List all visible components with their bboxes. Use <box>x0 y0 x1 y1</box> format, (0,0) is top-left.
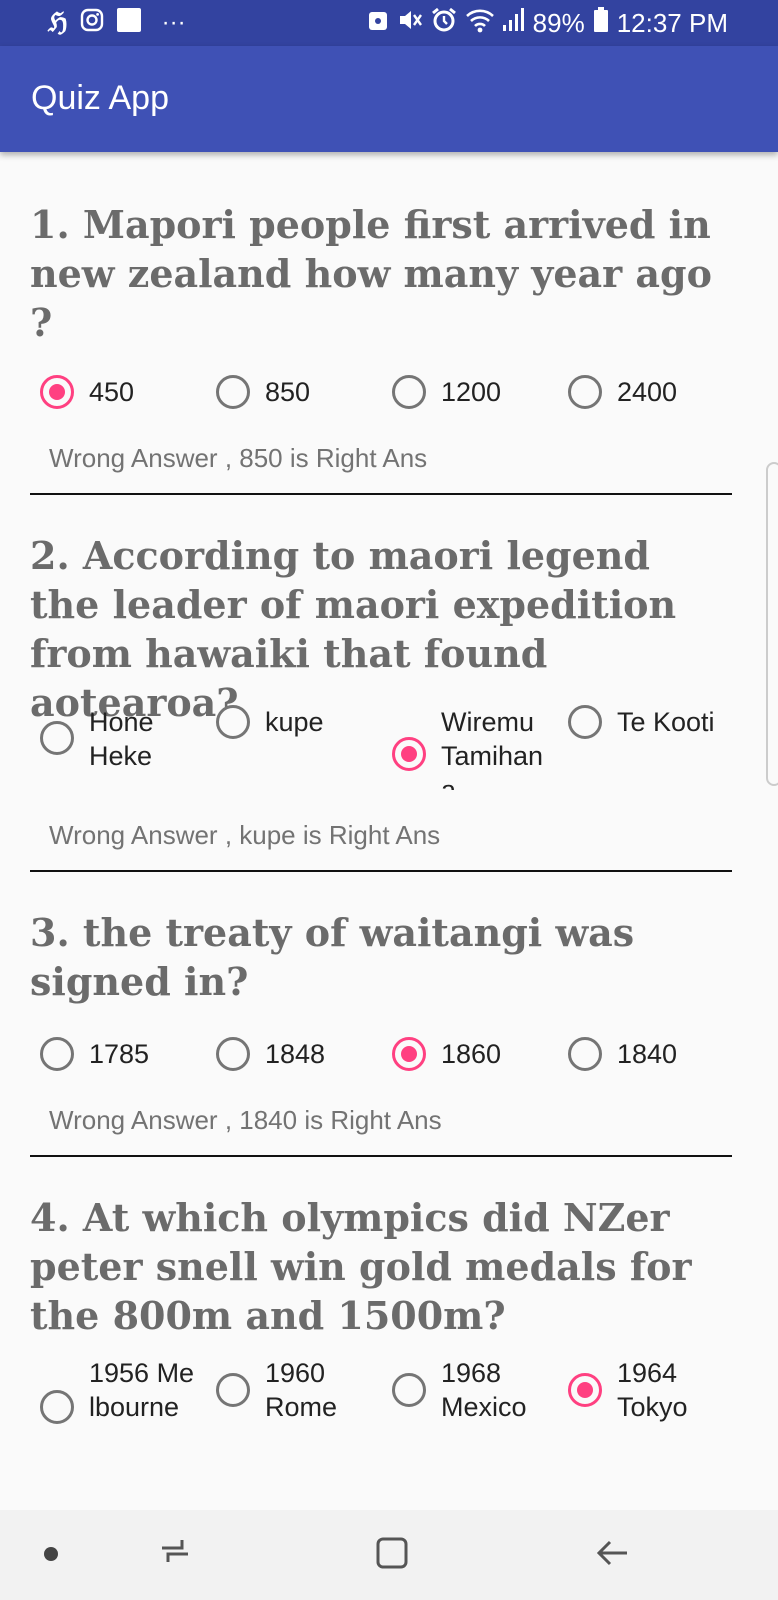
divider <box>30 870 732 872</box>
recent-apps-icon[interactable] <box>158 1536 192 1573</box>
radio-checked-icon[interactable] <box>568 1373 602 1407</box>
more-dots-icon: ··· <box>161 9 186 36</box>
system-icons: 89% 12:37 PM <box>367 6 728 40</box>
question-3-feedback: Wrong Answer , 1840 is Right Ans <box>49 1105 442 1135</box>
radio-unchecked-icon[interactable] <box>216 1037 250 1071</box>
question-3-option-1[interactable]: 1785 <box>40 1034 200 1074</box>
question-2-option-1[interactable]: Hone Heke <box>40 704 200 786</box>
divider <box>30 1155 732 1157</box>
radio-unchecked-icon[interactable] <box>568 705 602 739</box>
question-2-option-4[interactable]: Te Kooti <box>568 704 738 744</box>
question-2-option-3[interactable]: Wiremu Tamihana <box>392 704 562 790</box>
divider <box>30 493 732 495</box>
battery-icon <box>593 6 609 40</box>
question-3-option-4[interactable]: 1840 <box>568 1034 728 1074</box>
battery-percent: 89% <box>532 7 585 38</box>
image-icon <box>116 7 142 39</box>
question-3-text: 3. the treaty of waitangi was signed in? <box>30 910 635 1004</box>
radio-checked-icon[interactable] <box>392 1037 426 1071</box>
clock: 12:37 PM <box>616 7 728 38</box>
edge-panel-handle[interactable] <box>766 462 778 786</box>
radio-unchecked-icon[interactable] <box>568 375 602 409</box>
question-2-text: 2. According to maori legend the leader … <box>30 533 677 725</box>
question-4-text: 4. At which olympics did NZer peter snel… <box>30 1195 692 1338</box>
radio-unchecked-icon[interactable] <box>40 1037 74 1071</box>
radio-unchecked-icon[interactable] <box>392 1373 426 1407</box>
question-1-feedback: Wrong Answer , 850 is Right Ans <box>49 443 428 473</box>
radio-unchecked-icon[interactable] <box>40 1390 74 1424</box>
question-4-option-4[interactable]: 1964 Tokyo <box>568 1356 738 1428</box>
signal-icon <box>502 7 525 40</box>
question-3-option-2[interactable]: 1848 <box>216 1034 376 1074</box>
question-1-option-1[interactable]: 450 <box>40 372 200 412</box>
nz-herald-icon: ℌ <box>48 8 68 38</box>
question-1-option-3[interactable]: 1200 <box>392 372 552 412</box>
radio-checked-icon[interactable] <box>392 737 426 771</box>
app-title: Quiz App <box>31 79 169 117</box>
home-icon[interactable] <box>375 1536 409 1575</box>
question-1-option-2[interactable]: 850 <box>216 372 376 412</box>
status-bar: ℌ ··· 89% 12:37 PM <box>0 0 778 46</box>
question-4-option-2[interactable]: 1960 Rome <box>216 1356 386 1428</box>
radio-unchecked-icon[interactable] <box>40 721 74 755</box>
radio-unchecked-icon[interactable] <box>392 375 426 409</box>
radio-unchecked-icon[interactable] <box>216 375 250 409</box>
wifi-icon <box>465 7 495 40</box>
question-2-option-2[interactable]: kupe <box>216 704 376 744</box>
question-3-option-3[interactable]: 1860 <box>392 1034 552 1074</box>
lock-icon <box>367 8 389 39</box>
app-bar: Quiz App <box>0 46 778 152</box>
radio-checked-icon[interactable] <box>40 375 74 409</box>
question-1-text: 1. Mapori people first arrived in new ze… <box>30 202 712 345</box>
back-icon[interactable] <box>595 1536 631 1575</box>
notification-icons: ℌ ··· <box>48 8 186 38</box>
mute-icon <box>397 8 423 39</box>
radio-unchecked-icon[interactable] <box>568 1037 602 1071</box>
dot-icon[interactable] <box>44 1547 58 1561</box>
instagram-icon <box>80 8 104 38</box>
navigation-bar <box>0 1510 778 1600</box>
alarm-icon <box>431 7 457 40</box>
question-2-feedback: Wrong Answer , kupe is Right Ans <box>49 820 441 850</box>
question-4-option-3[interactable]: 1968 Mexico <box>392 1356 562 1428</box>
question-1-option-4[interactable]: 2400 <box>568 372 728 412</box>
radio-unchecked-icon[interactable] <box>216 705 250 739</box>
question-4-option-1[interactable]: 1956 Melbourne <box>40 1356 210 1466</box>
quiz-list[interactable]: 1. Mapori people first arrived in new ze… <box>0 152 778 1510</box>
radio-unchecked-icon[interactable] <box>216 1373 250 1407</box>
